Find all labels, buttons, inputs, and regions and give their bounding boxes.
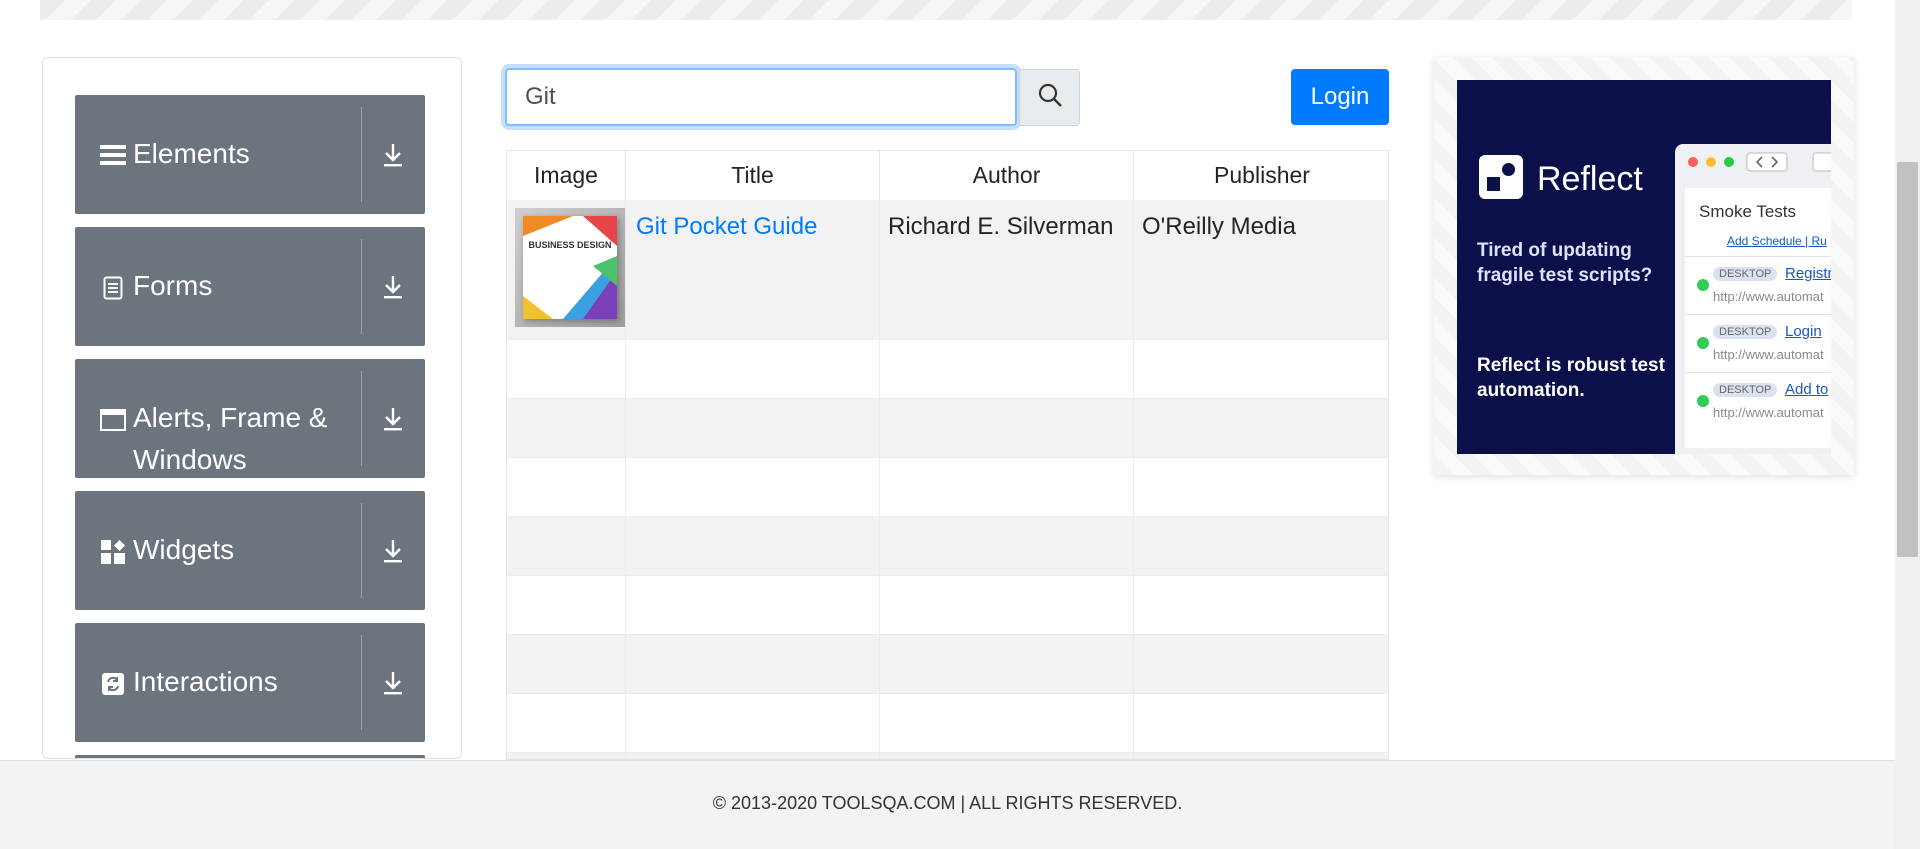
book-publisher: O'Reilly Media <box>1142 213 1296 240</box>
download-arrow-icon[interactable] <box>375 401 411 437</box>
status-dot-icon <box>1697 337 1709 349</box>
hamburger-icon <box>99 141 127 169</box>
mock-tag: DESKTOP <box>1713 383 1778 397</box>
mock-row: DESKTOP Registr http://www.automat <box>1685 256 1831 313</box>
menu-divider <box>361 371 362 466</box>
image-cell: BUSINESS DESIGN <box>507 200 626 339</box>
ad-tagline: Reflect is robust test automation. <box>1477 355 1665 401</box>
mock-row: DESKTOP Add to http://www.automat <box>1685 372 1831 429</box>
ad-brand: Reflect <box>1479 155 1643 204</box>
table-row: BUSINESS DESIGN Git Pocket Guide Richard… <box>507 200 1388 340</box>
column-header-publisher[interactable]: Publisher <box>1134 151 1388 200</box>
document-icon <box>99 274 127 302</box>
book-cover-image: BUSINESS DESIGN <box>515 208 625 327</box>
footer-copyright: © 2013-2020 TOOLSQA.COM | ALL RIGHTS RES… <box>712 793 1183 813</box>
interactions-icon <box>99 670 127 698</box>
menu-divider <box>361 107 362 202</box>
books-table: Image Title Author Publisher BUSINESS DE… <box>506 150 1389 760</box>
status-dot-icon <box>1697 279 1709 291</box>
reflect-ad[interactable]: Reflect Tired of updating fragile test s… <box>1457 80 1831 454</box>
table-row-empty <box>507 635 1388 694</box>
book-author: Richard E. Silverman <box>888 213 1114 240</box>
column-header-title[interactable]: Title <box>626 151 880 200</box>
menu-item-interactions[interactable]: Interactions <box>75 623 425 742</box>
download-arrow-icon[interactable] <box>375 533 411 569</box>
table-row-empty <box>507 576 1388 635</box>
search-button[interactable] <box>1019 69 1080 126</box>
menu-item-label: Elements <box>133 138 250 169</box>
mock-tag: DESKTOP <box>1713 267 1778 281</box>
ad-brand-name: Reflect <box>1537 160 1643 198</box>
footer: © 2013-2020 TOOLSQA.COM | ALL RIGHTS RES… <box>0 760 1895 849</box>
download-arrow-icon[interactable] <box>375 137 411 173</box>
menu-item-elements[interactable]: Elements <box>75 95 425 214</box>
menu-item-alerts-frame-windows[interactable]: Alerts, Frame & Windows <box>75 359 425 478</box>
table-row-empty <box>507 340 1388 399</box>
mock-url: http://www.automat <box>1713 405 1824 420</box>
mock-row: DESKTOP Login http://www.automat <box>1685 314 1831 371</box>
table-row-empty <box>507 753 1388 759</box>
mock-link: Registr <box>1785 265 1831 282</box>
table-row-empty <box>507 694 1388 753</box>
book-cover-text: BUSINESS DESIGN <box>528 240 612 250</box>
search-input[interactable] <box>505 68 1017 126</box>
mock-links: Add Schedule | Ru <box>1727 234 1827 248</box>
window-controls-icon <box>1688 152 1831 172</box>
table-row-empty <box>507 458 1388 517</box>
mock-link: Add to <box>1785 381 1829 398</box>
table-header: Image Title Author Publisher <box>507 151 1388 201</box>
reflect-logo-icon <box>1479 155 1523 204</box>
mock-url: http://www.automat <box>1713 289 1824 304</box>
side-menu: Elements Forms Alerts, Frame & Windows W… <box>42 57 462 759</box>
ad-headline: Tired of updating fragile test scripts? <box>1477 240 1653 286</box>
mock-url: http://www.automat <box>1713 347 1824 362</box>
scrollbar-thumb[interactable] <box>1897 162 1918 557</box>
menu-item-label: Widgets <box>133 534 235 565</box>
book-title-link[interactable]: Git Pocket Guide <box>636 213 817 241</box>
mock-link: Login <box>1785 323 1822 340</box>
status-dot-icon <box>1697 395 1709 407</box>
menu-item-forms[interactable]: Forms <box>75 227 425 346</box>
download-arrow-icon[interactable] <box>375 665 411 701</box>
menu-item-label: Forms <box>133 270 213 301</box>
search-icon <box>1037 82 1063 113</box>
menu-item-next[interactable] <box>75 755 425 758</box>
table-row-empty <box>507 517 1388 576</box>
mock-tag: DESKTOP <box>1713 325 1778 339</box>
download-arrow-icon[interactable] <box>375 269 411 305</box>
table-row-empty <box>507 399 1388 458</box>
top-banner-pattern <box>40 0 1852 20</box>
window-icon <box>99 406 127 434</box>
menu-divider <box>361 635 362 730</box>
mock-title: Smoke Tests <box>1699 202 1797 221</box>
advertisement: Reflect Tired of updating fragile test s… <box>1434 57 1854 475</box>
menu-item-label-line2: Windows <box>133 444 247 475</box>
menu-item-label: Interactions <box>133 666 278 697</box>
login-button[interactable]: Login <box>1291 69 1389 125</box>
menu-divider <box>361 239 362 334</box>
column-header-author[interactable]: Author <box>880 151 1134 200</box>
page-scrollbar[interactable] <box>1895 0 1920 849</box>
widgets-icon <box>99 538 127 566</box>
menu-item-widgets[interactable]: Widgets <box>75 491 425 610</box>
ad-app-mockup: Smoke Tests Add Schedule | Ru DESKTOP Re… <box>1675 144 1831 454</box>
menu-divider <box>361 503 362 598</box>
column-header-image[interactable]: Image <box>507 151 626 200</box>
menu-item-label: Alerts, Frame & <box>133 402 328 433</box>
